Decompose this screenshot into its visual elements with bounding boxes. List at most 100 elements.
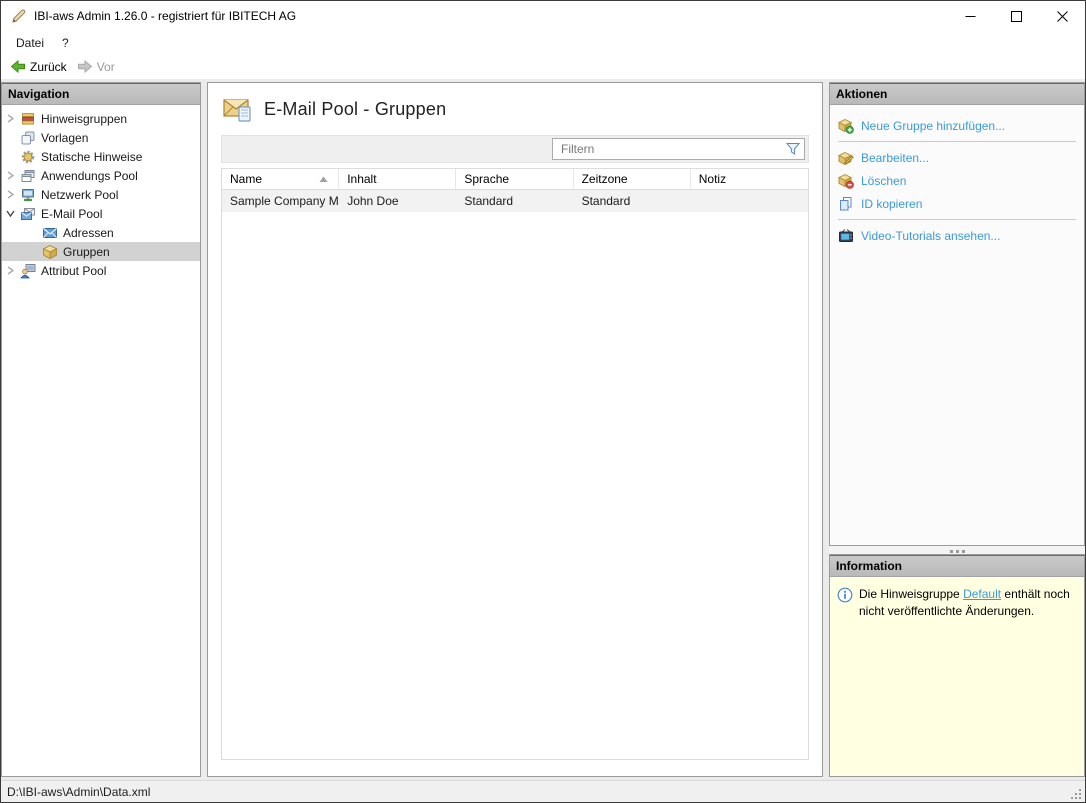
- minimize-button[interactable]: [947, 1, 993, 31]
- static-notices-icon: [19, 149, 36, 165]
- action-add-group[interactable]: Neue Gruppe hinzufügen...: [830, 114, 1084, 137]
- groups-table: Name Inhalt Sprache Zeitzone Notiz Sampl…: [221, 168, 809, 760]
- information-panel: Information Die Hinweisgruppe Default en…: [829, 554, 1085, 777]
- actions-info-splitter[interactable]: [829, 546, 1085, 554]
- tree-item-anwendungs-pool[interactable]: Anwendungs Pool: [2, 166, 200, 185]
- filter-box: [552, 138, 805, 160]
- back-arrow-icon: [10, 59, 25, 74]
- data-file-path: D:\IBI-aws\Admin\Data.xml: [7, 784, 151, 799]
- app-window: IBI-aws Admin 1.26.0 - registriert für I…: [0, 0, 1086, 803]
- table-area: Name Inhalt Sprache Zeitzone Notiz Sampl…: [221, 135, 809, 760]
- close-icon: [1056, 10, 1068, 22]
- close-button[interactable]: [1039, 1, 1085, 31]
- column-header-notiz[interactable]: Notiz: [691, 169, 808, 189]
- filter-input[interactable]: [552, 138, 805, 160]
- chevron-right-icon[interactable]: [2, 189, 19, 200]
- add-group-icon: [838, 118, 854, 134]
- tree-item-label: Gruppen: [63, 244, 110, 259]
- tree-item-hinweisgruppen[interactable]: Hinweisgruppen: [2, 109, 200, 128]
- menu-datei[interactable]: Datei: [7, 33, 53, 53]
- chevron-right-icon[interactable]: [2, 170, 19, 181]
- cell-sprache: Standard: [464, 194, 514, 208]
- tree-item-label: Netzwerk Pool: [41, 187, 119, 202]
- menu-bar: Datei ?: [1, 31, 1085, 55]
- app-logo-icon: [12, 9, 26, 23]
- content-title-bar: E-Mail Pool - Gruppen: [208, 83, 822, 135]
- action-label: Löschen: [861, 173, 907, 188]
- action-copy-id[interactable]: ID kopieren: [830, 192, 1084, 215]
- navigation-header: Navigation: [2, 83, 200, 105]
- window-title: IBI-aws Admin 1.26.0 - registriert für I…: [34, 9, 297, 23]
- cell-name: Sample Company M...: [230, 194, 340, 208]
- video-tutorials-icon: [839, 228, 853, 242]
- filter-funnel-icon[interactable]: [786, 142, 800, 156]
- action-delete[interactable]: Löschen: [830, 169, 1084, 192]
- addresses-icon: [41, 225, 58, 241]
- column-header-label: Zeitzone: [581, 172, 628, 186]
- actions-panel: Aktionen Neue Gruppe hinzufügen... Bearb…: [829, 82, 1085, 546]
- copy-id-icon: [840, 196, 852, 210]
- tree-item-attribut-pool[interactable]: Attribut Pool: [2, 261, 200, 280]
- action-edit[interactable]: Bearbeiten...: [830, 146, 1084, 169]
- application-pool-icon: [19, 168, 36, 184]
- tree-item-label: Adressen: [63, 225, 114, 240]
- column-header-zeitzone[interactable]: Zeitzone: [574, 169, 691, 189]
- tree-item-label: Hinweisgruppen: [41, 111, 128, 126]
- edit-group-icon: [838, 151, 854, 165]
- tree-item-label: Attribut Pool: [41, 263, 107, 278]
- default-group-link[interactable]: Default: [963, 587, 1001, 601]
- attribute-pool-icon: [19, 263, 36, 279]
- network-pool-icon: [19, 187, 36, 203]
- delete-group-icon: [838, 173, 854, 189]
- info-icon: [837, 587, 853, 603]
- tree-item-gruppen[interactable]: Gruppen: [2, 242, 200, 261]
- column-header-inhalt[interactable]: Inhalt: [339, 169, 457, 189]
- tree-item-email-pool[interactable]: E-Mail Pool: [2, 204, 200, 223]
- information-body: Die Hinweisgruppe Default enthält noch n…: [830, 577, 1084, 776]
- column-header-name[interactable]: Name: [222, 169, 340, 189]
- tree-item-vorlagen[interactable]: Vorlagen: [2, 128, 200, 147]
- email-group-large-icon: [223, 99, 251, 122]
- chevron-right-icon[interactable]: [2, 113, 19, 124]
- chevron-down-icon[interactable]: [2, 209, 19, 218]
- window-controls: [947, 1, 1085, 31]
- actions-header: Aktionen: [830, 83, 1084, 105]
- groups-icon: [41, 244, 58, 260]
- content-panel: E-Mail Pool - Gruppen Name: [207, 82, 823, 777]
- maximize-button[interactable]: [993, 1, 1039, 31]
- action-label: Video-Tutorials ansehen...: [861, 228, 1001, 243]
- tree-item-netzwerk-pool[interactable]: Netzwerk Pool: [2, 185, 200, 204]
- menu-help[interactable]: ?: [53, 33, 78, 53]
- action-video-tutorials[interactable]: Video-Tutorials ansehen...: [830, 224, 1084, 247]
- sort-ascending-icon: [319, 176, 328, 182]
- toolbar: Zurück Vor: [1, 55, 1085, 79]
- column-header-sprache[interactable]: Sprache: [456, 169, 574, 189]
- main-area: Navigation Hinweisgruppen Vorlagen Stati…: [1, 79, 1085, 780]
- action-label: Bearbeiten...: [861, 150, 930, 165]
- cell-inhalt: John Doe: [347, 194, 399, 208]
- separator: [838, 141, 1076, 142]
- information-message: Die Hinweisgruppe Default enthält noch n…: [859, 586, 1077, 619]
- back-button[interactable]: Zurück: [5, 57, 72, 77]
- forward-button[interactable]: Vor: [72, 57, 120, 77]
- filter-bar: [221, 135, 809, 163]
- resize-grip[interactable]: [1069, 787, 1083, 801]
- email-pool-icon: [19, 206, 36, 222]
- table-empty-area: [222, 212, 808, 759]
- navigation-tree: Hinweisgruppen Vorlagen Statische Hinwei…: [2, 105, 200, 776]
- tree-item-statische-hinweise[interactable]: Statische Hinweise: [2, 147, 200, 166]
- cell-zeitzone: Standard: [581, 194, 631, 208]
- chevron-right-icon[interactable]: [2, 265, 19, 276]
- right-column: Aktionen Neue Gruppe hinzufügen... Bearb…: [829, 82, 1085, 777]
- tree-item-label: Vorlagen: [41, 130, 89, 145]
- maximize-icon: [1010, 10, 1022, 22]
- tree-item-adressen[interactable]: Adressen: [2, 223, 200, 242]
- page-title: E-Mail Pool - Gruppen: [264, 98, 447, 119]
- table-row[interactable]: Sample Company M... John Doe Standard St…: [222, 190, 808, 212]
- action-label: Neue Gruppe hinzufügen...: [861, 118, 1006, 133]
- navigation-panel: Navigation Hinweisgruppen Vorlagen Stati…: [1, 82, 201, 777]
- notice-groups-icon: [19, 111, 36, 127]
- tree-item-label: E-Mail Pool: [41, 206, 103, 221]
- templates-icon: [19, 130, 36, 146]
- table-header-row: Name Inhalt Sprache Zeitzone Notiz: [222, 168, 808, 190]
